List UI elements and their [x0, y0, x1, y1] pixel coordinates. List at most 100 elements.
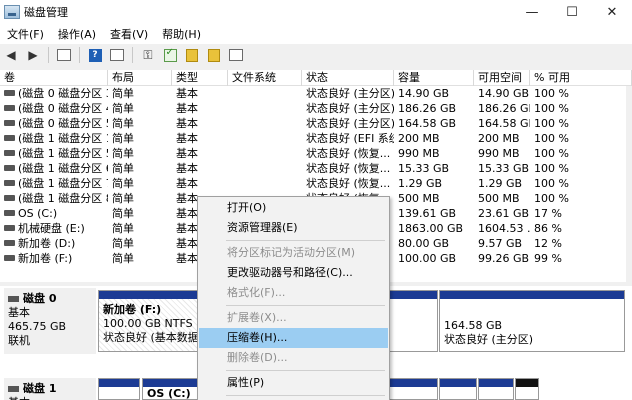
volume-icon [4, 255, 15, 261]
export-button[interactable] [183, 47, 201, 63]
table-cell: 1863.00 GB [398, 222, 464, 235]
volume-name-cell: (磁盘 0 磁盘分区 3) [0, 86, 108, 101]
partition-disk0-middle[interactable] [386, 290, 438, 352]
table-row[interactable]: (磁盘 0 磁盘分区 5) 简单 基本 状态良好 (主分区) 164.58 GB 164.… [0, 116, 632, 131]
menu-file[interactable]: 文件(F) [0, 26, 51, 42]
volume-name: 机械硬盘 (E:) [18, 222, 85, 235]
table-cell: 164.58 GB [478, 117, 530, 130]
show-hide-console-tree-button[interactable] [55, 47, 73, 63]
view-button[interactable] [227, 47, 245, 63]
partition-disk1-efi[interactable] [98, 378, 140, 400]
partition-disk1-c[interactable] [478, 378, 514, 400]
arrow-right-icon: ▶ [28, 48, 38, 62]
table-cell: 86 % [534, 222, 562, 235]
partition-bar [387, 379, 437, 387]
close-button[interactable]: ✕ [592, 0, 632, 24]
column-header-filesystem[interactable]: 文件系统 [228, 70, 302, 86]
context-menu-item[interactable]: 属性(P) [199, 373, 388, 393]
vertical-scrollbar[interactable] [626, 86, 632, 282]
volume-name-cell: (磁盘 1 磁盘分区 1) [0, 131, 108, 146]
table-cell: 状态良好 (主分区) [306, 87, 394, 100]
table-cell: 100 % [534, 132, 569, 145]
menu-action[interactable]: 操作(A) [51, 26, 103, 42]
table-row[interactable]: (磁盘 1 磁盘分区 5) 简单 基本 状态良好 (恢复... 990 MB 990 MB… [0, 146, 632, 161]
partition-disk1-a[interactable] [386, 378, 438, 400]
properties-button[interactable] [108, 47, 126, 63]
volume-icon [4, 105, 15, 111]
menu-help[interactable]: 帮助(H) [155, 26, 208, 42]
partition-disk1-b[interactable] [439, 378, 477, 400]
check-button[interactable] [161, 47, 179, 63]
volume-icon [4, 165, 15, 171]
connect-button[interactable]: ⚿ [139, 47, 157, 63]
context-menu-item[interactable]: 格式化(F)... [199, 283, 388, 303]
menu-view[interactable]: 查看(V) [103, 26, 155, 42]
table-row[interactable]: (磁盘 1 磁盘分区 1) 简单 基本 状态良好 (EFI 系统... 200 MB 20… [0, 131, 632, 146]
table-cell: 状态良好 (主分区) [306, 102, 394, 115]
table-cell: 简单 [112, 132, 134, 145]
table-cell: 9.57 GB [478, 237, 523, 250]
table-cell [228, 131, 302, 146]
table-cell: 基本 [176, 177, 198, 190]
volume-name: (磁盘 1 磁盘分区 5) [18, 147, 108, 160]
table-row[interactable]: (磁盘 1 磁盘分区 6) 简单 基本 状态良好 (恢复... 15.33 GB 15.3… [0, 161, 632, 176]
volume-name: (磁盘 1 磁盘分区 8) [18, 192, 108, 205]
context-menu-item[interactable]: 删除卷(D)... [199, 348, 388, 368]
help-button[interactable]: ? [86, 47, 104, 63]
volume-name: 新加卷 (D:) [18, 237, 76, 250]
disk-0-name: 磁盘 0 [8, 292, 92, 306]
partition-title: 新加卷 (F:) [103, 303, 162, 316]
partition-bar [99, 291, 197, 299]
back-button[interactable]: ◀ [2, 47, 20, 63]
column-header-free-space[interactable]: 可用空间 [474, 70, 530, 86]
table-cell: 100 % [534, 147, 569, 160]
volume-name: (磁盘 1 磁盘分区 1) [18, 132, 108, 145]
unallocated-space[interactable] [515, 378, 539, 400]
column-header-percent-free[interactable]: % 可用 [530, 70, 632, 86]
column-header-status[interactable]: 状态 [302, 70, 394, 86]
import-button[interactable] [205, 47, 223, 63]
table-cell [228, 86, 302, 101]
partition-os-c[interactable]: OS (C:) [142, 378, 198, 400]
disk-1-label[interactable]: 磁盘 1 基本 [4, 378, 96, 400]
menu-separator [226, 240, 385, 241]
context-menu-item[interactable]: 压缩卷(H)... [199, 328, 388, 348]
context-menu-item[interactable]: 更改驱动器号和路径(C)... [199, 263, 388, 283]
table-cell: 100.00 GB [398, 252, 457, 265]
disk-0-label[interactable]: 磁盘 0 基本 465.75 GB 联机 [4, 288, 96, 354]
maximize-button[interactable]: ☐ [552, 0, 592, 24]
export-icon [186, 48, 198, 62]
column-header-layout[interactable]: 布局 [108, 70, 172, 86]
column-header-capacity[interactable]: 容量 [394, 70, 474, 86]
partition-disk0-5[interactable]: 164.58 GB 状态良好 (主分区) [439, 290, 625, 352]
column-header-volume[interactable]: 卷 [0, 70, 108, 86]
table-cell: 14.90 GB [398, 87, 450, 100]
context-menu-item[interactable]: 打开(O) [199, 198, 388, 218]
table-cell: 简单 [112, 222, 134, 235]
disk-icon [8, 296, 19, 302]
volume-icon [4, 240, 15, 246]
volume-name: (磁盘 1 磁盘分区 7) [18, 177, 108, 190]
volume-icon [4, 90, 15, 96]
column-header-type[interactable]: 类型 [172, 70, 228, 86]
table-cell: 基本 [176, 102, 198, 115]
context-menu-item[interactable]: 将分区标记为活动分区(M) [199, 243, 388, 263]
disk-management-app-icon [4, 5, 20, 19]
volume-name-cell: (磁盘 0 磁盘分区 4) [0, 101, 108, 116]
forward-button[interactable]: ▶ [24, 47, 42, 63]
volume-name-cell: (磁盘 1 磁盘分区 6) [0, 161, 108, 176]
table-row[interactable]: (磁盘 1 磁盘分区 7) 简单 基本 状态良好 (恢复... 1.29 GB 1.29 … [0, 176, 632, 191]
table-row[interactable]: (磁盘 0 磁盘分区 4) 简单 基本 状态良好 (主分区) 186.26 GB 186.… [0, 101, 632, 116]
table-cell: 简单 [112, 87, 134, 100]
partition-new-volume-f[interactable]: 新加卷 (F:) 100.00 GB NTFS 状态良好 (基本数据分 [98, 290, 210, 352]
table-cell: 500 MB [398, 192, 440, 205]
context-menu-item[interactable]: 资源管理器(E) [199, 218, 388, 238]
table-row[interactable]: (磁盘 0 磁盘分区 3) 简单 基本 状态良好 (主分区) 14.90 GB 14.90… [0, 86, 632, 101]
context-menu-item[interactable]: 扩展卷(X)... [199, 308, 388, 328]
menu-separator [226, 370, 385, 371]
volume-icon [4, 210, 15, 216]
minimize-button[interactable]: — [512, 0, 552, 24]
volume-name: OS (C:) [18, 207, 58, 220]
table-cell: 23.61 GB [478, 207, 530, 220]
toolbar-separator [79, 47, 80, 63]
